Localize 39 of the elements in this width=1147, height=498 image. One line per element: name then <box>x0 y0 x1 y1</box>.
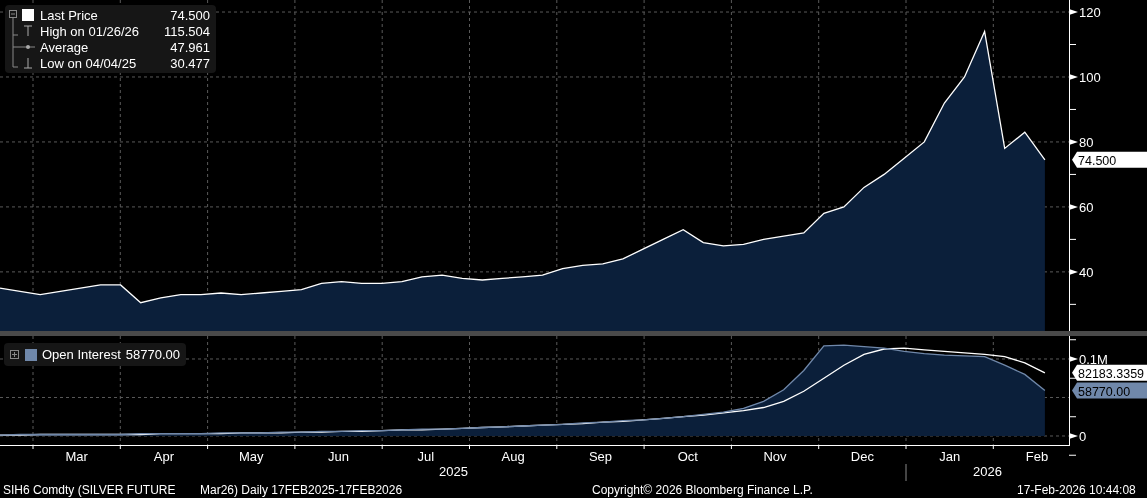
axis-label: 0 <box>1079 429 1087 444</box>
legend-label: Open Interest <box>42 347 121 362</box>
value-tag: 58770.00 <box>1072 382 1147 399</box>
legend-label: High on 01/26/26 <box>40 23 141 39</box>
legend-value: 30.477 <box>169 55 210 71</box>
month-label: Sep <box>588 449 612 464</box>
axis-label: 0.1M <box>1079 352 1108 367</box>
legend-value: 115.504 <box>162 23 210 39</box>
month-label: Apr <box>153 449 175 464</box>
month-label: Jan <box>939 449 961 464</box>
legend-label: Low on 04/04/25 <box>40 55 138 71</box>
axis-label: 80 <box>1079 134 1094 150</box>
month-label: Nov <box>763 449 787 464</box>
month-label: Dec <box>850 449 874 464</box>
legend-label: Last Price <box>40 7 99 23</box>
axis-label: 40 <box>1079 264 1094 280</box>
footer-text: Copyright© 2026 Bloomberg Finance L.P. <box>592 483 814 497</box>
year-label: 2026 <box>973 464 1002 479</box>
month-label: Jun <box>328 449 350 464</box>
axis-label: 60 <box>1079 199 1094 215</box>
month-label: Aug <box>501 449 525 464</box>
footer-text: 17-Feb-2026 10:44:08 <box>1017 483 1136 497</box>
footer-text: Mar26) Daily 17FEB2025-17FEB2026 <box>200 483 404 497</box>
axis-label: 100 <box>1079 70 1101 85</box>
legend-value: 74.500 <box>169 7 210 23</box>
expand-icon <box>10 349 20 360</box>
month-label: Jul <box>417 449 435 464</box>
value-tag: 82183.3359 <box>1072 364 1147 381</box>
legend-value: 47.961 <box>169 39 210 55</box>
month-label: Mar <box>65 449 88 464</box>
price-tag: 74.500 <box>1072 151 1147 168</box>
month-label: May <box>238 449 264 464</box>
footer-text: SIH6 Comdty (SILVER FUTURE <box>3 483 177 497</box>
legend-label: Average <box>40 39 90 55</box>
legend-value: 58770.00 <box>125 347 180 362</box>
month-label: Feb <box>1025 449 1049 464</box>
year-label: 2025 <box>439 464 468 479</box>
month-label: Oct <box>677 449 698 464</box>
axis-label: 120 <box>1079 5 1101 20</box>
